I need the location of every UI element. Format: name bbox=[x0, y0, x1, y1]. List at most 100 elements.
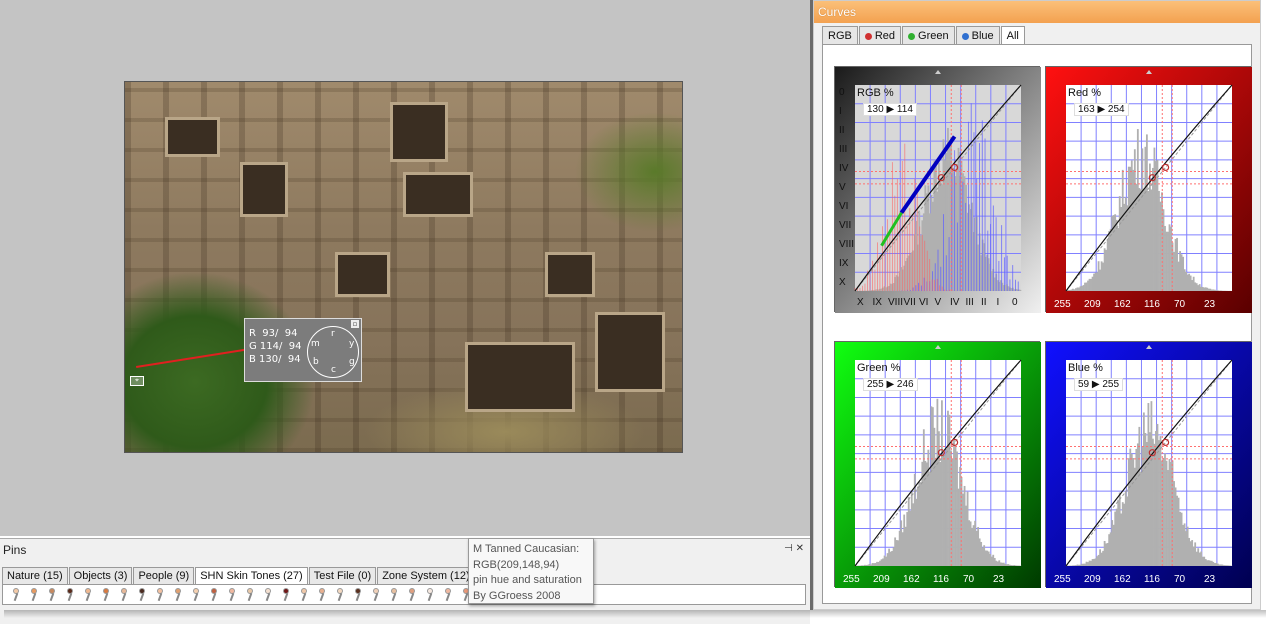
tick-label: 70 bbox=[1174, 299, 1186, 310]
blue-curve-label: Blue % bbox=[1068, 362, 1103, 374]
photo-detail bbox=[240, 162, 288, 217]
pin-icon[interactable] bbox=[385, 587, 403, 603]
pin-icon[interactable] bbox=[187, 587, 205, 603]
dial-letter-m: m bbox=[311, 339, 320, 349]
tick-label: III bbox=[965, 297, 974, 308]
pins-tab-zone-system[interactable]: Zone System (12) bbox=[377, 567, 475, 584]
pin-icon[interactable] bbox=[223, 587, 241, 603]
pin-icon[interactable] bbox=[403, 587, 421, 603]
tick-label: I bbox=[996, 297, 1000, 308]
tick-label: 209 bbox=[873, 574, 890, 585]
pin-icon[interactable] bbox=[259, 587, 277, 603]
pin-icon[interactable] bbox=[169, 587, 187, 603]
tick-label: II bbox=[981, 297, 987, 308]
tick-label: VII bbox=[839, 220, 852, 231]
image-canvas[interactable] bbox=[124, 81, 683, 453]
dial-letter-g: g bbox=[349, 357, 355, 367]
pin-icon[interactable] bbox=[421, 587, 439, 603]
pin-icon[interactable] bbox=[331, 587, 349, 603]
tick-label: VIII bbox=[839, 239, 855, 250]
photo-detail bbox=[403, 172, 473, 217]
pin-icon[interactable] bbox=[43, 587, 61, 603]
tick-label: 23 bbox=[1204, 299, 1216, 310]
pin-icon[interactable] bbox=[241, 587, 259, 603]
dial-letter-c: c bbox=[331, 365, 336, 375]
tick-label: 116 bbox=[1144, 299, 1160, 310]
pins-panel-title: Pins bbox=[3, 543, 27, 557]
curves-tab-all[interactable]: All bbox=[1000, 26, 1025, 45]
tooltip-line: M Tanned Caucasian: bbox=[473, 543, 580, 555]
pin-icon[interactable] bbox=[367, 587, 385, 603]
pin-icon[interactable] bbox=[79, 587, 97, 603]
pin-icon[interactable] bbox=[277, 587, 295, 603]
pin-marker[interactable]: ⌖ bbox=[130, 376, 144, 386]
pin-icon[interactable] bbox=[295, 587, 313, 603]
curves-tab-rgb[interactable]: RGB bbox=[822, 26, 858, 45]
blue-curve-panel[interactable]: Blue % 59 ▶ 255 255 209 162 116 70 23 bbox=[1045, 341, 1252, 588]
tick-label: VIII bbox=[888, 297, 904, 308]
pins-tab-test-file[interactable]: Test File (0) bbox=[308, 567, 377, 584]
probe-close-icon[interactable]: ▫ bbox=[351, 320, 359, 328]
blue-dot-icon bbox=[961, 32, 969, 40]
tick-label: II bbox=[839, 125, 845, 136]
tooltip-line: pin hue and saturation bbox=[473, 574, 582, 586]
curves-panel: Curves RGB Red Green Blue All RGB % 130 ▶… bbox=[813, 0, 1261, 610]
tick-label: 116 bbox=[933, 574, 949, 585]
tab-label: All bbox=[1006, 30, 1019, 42]
tick-label: 255 bbox=[1054, 574, 1071, 585]
tick-label: III bbox=[839, 144, 848, 155]
curves-tab-blue[interactable]: Blue bbox=[955, 26, 1000, 45]
tick-label: X bbox=[839, 277, 846, 288]
pin-strip bbox=[2, 584, 806, 605]
photo-detail bbox=[465, 342, 575, 412]
curves-grid: RGB % 130 ▶ 114 0 I II III IV V VI VII VIII IX X X IX V… bbox=[822, 44, 1252, 604]
window-shadow bbox=[4, 610, 1266, 618]
tick-label: VII bbox=[903, 297, 916, 308]
pin-icon[interactable] bbox=[97, 587, 115, 603]
app-window: ⌖ ▫ R 93/ 94 G 114/ 94 B 130/ 94 r y g c… bbox=[0, 0, 1280, 624]
pin-icon[interactable] bbox=[7, 587, 25, 603]
dial-letter-r: r bbox=[331, 329, 335, 339]
pin-icon[interactable] bbox=[115, 587, 133, 603]
tick-label: 255 bbox=[843, 574, 860, 585]
curves-tab-red[interactable]: Red bbox=[858, 26, 902, 45]
tick-label: 255 bbox=[1054, 299, 1071, 310]
color-probe-readout[interactable]: ▫ R 93/ 94 G 114/ 94 B 130/ 94 r y g c b… bbox=[244, 318, 362, 382]
tick-label: V bbox=[839, 182, 846, 193]
red-dot-icon bbox=[864, 32, 872, 40]
photo-detail bbox=[335, 252, 390, 297]
tick-label: 209 bbox=[1084, 574, 1101, 585]
photo-detail bbox=[390, 102, 448, 162]
dial-letter-y: y bbox=[349, 339, 355, 349]
pin-icon[interactable] bbox=[313, 587, 331, 603]
pins-tab-shn-skin-tones[interactable]: SHN Skin Tones (27) bbox=[195, 567, 308, 584]
tick-label: IV bbox=[839, 163, 849, 174]
photo-detail bbox=[595, 312, 665, 392]
curves-panel-title: Curves bbox=[814, 1, 1260, 23]
rgb-curve-panel[interactable]: RGB % 130 ▶ 114 0 I II III IV V VI VII VIII IX X X IX V… bbox=[834, 66, 1041, 313]
tick-label: 23 bbox=[993, 574, 1005, 585]
pin-icon[interactable] bbox=[439, 587, 457, 603]
tick-label: V bbox=[934, 297, 942, 308]
tick-label: VI bbox=[839, 201, 849, 212]
pins-tab-people[interactable]: People (9) bbox=[133, 567, 195, 584]
pin-icon[interactable] bbox=[151, 587, 169, 603]
tick-label: I bbox=[839, 106, 842, 117]
pins-panel-controls[interactable]: ⊣ ✕ bbox=[784, 543, 804, 554]
tooltip-line: By GGroess 2008 bbox=[473, 589, 561, 602]
red-curve-panel[interactable]: Red % 163 ▶ 254 255 209 162 116 70 23 bbox=[1045, 66, 1252, 313]
pin-icon[interactable] bbox=[25, 587, 43, 603]
pin-tooltip: M Tanned Caucasian: RGB(209,148,94) pin … bbox=[468, 538, 594, 604]
green-curve-panel[interactable]: Green % 255 ▶ 246 255 209 162 116 70 23 bbox=[834, 341, 1041, 588]
curves-tab-green[interactable]: Green bbox=[902, 26, 955, 45]
pin-icon[interactable] bbox=[133, 587, 151, 603]
hue-dial: r y g c b m bbox=[307, 326, 359, 378]
pin-icon[interactable] bbox=[61, 587, 79, 603]
pins-tab-objects[interactable]: Objects (3) bbox=[68, 567, 133, 584]
pin-icon[interactable] bbox=[349, 587, 367, 603]
pin-icon[interactable] bbox=[205, 587, 223, 603]
photo-detail bbox=[545, 252, 595, 297]
tick-label: 70 bbox=[963, 574, 975, 585]
pins-tab-nature[interactable]: Nature (15) bbox=[2, 567, 68, 584]
probe-red-value: R 93/ 94 bbox=[249, 328, 298, 339]
